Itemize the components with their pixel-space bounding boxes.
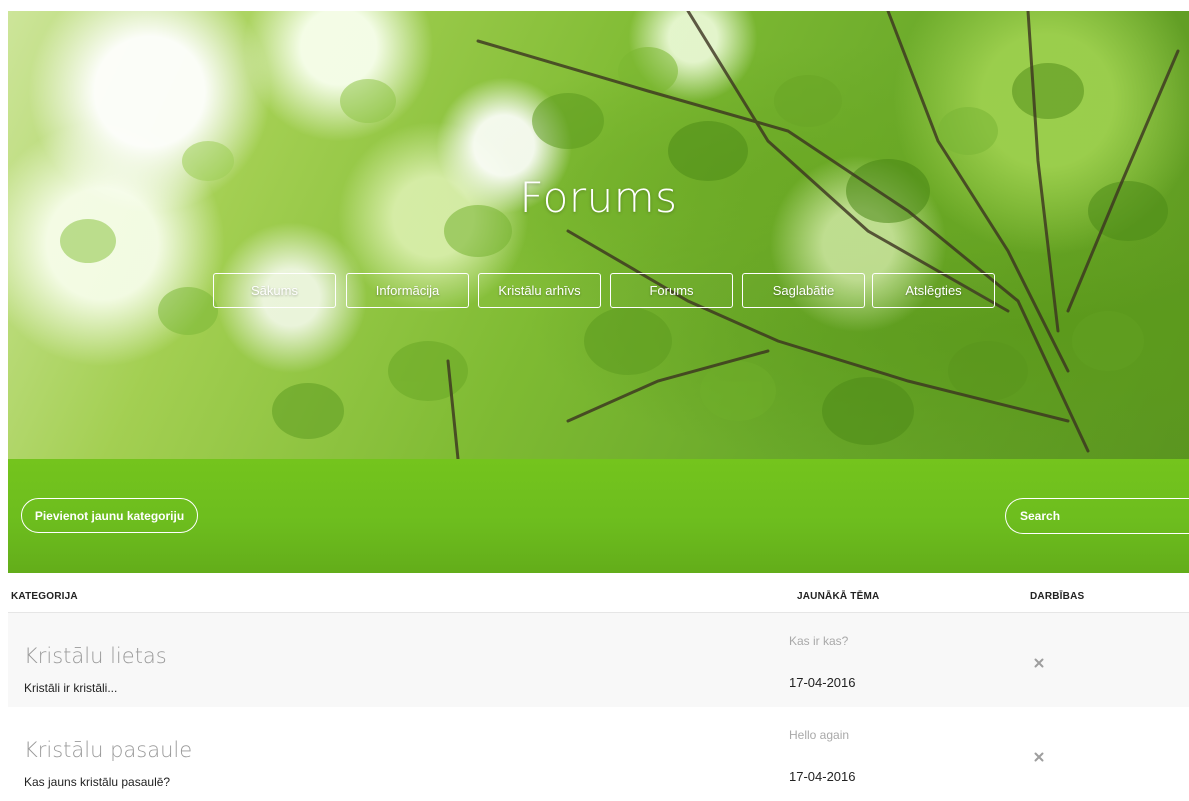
latest-topic-link[interactable]: Kas ir kas?	[789, 634, 848, 648]
hero-background-image	[60, 11, 1180, 459]
nav-home-button[interactable]: Sākums	[213, 273, 336, 308]
table-row: Kristālu pasaule Kas jauns kristālu pasa…	[8, 707, 1189, 801]
page: Forums Sākums Informācija Kristālu arhīv…	[0, 0, 1189, 798]
latest-topic-link[interactable]: Hello again	[789, 728, 849, 742]
table-header: KATEGORIJA JAUNĀKĀ TĒMA DARBĪBAS	[8, 586, 1189, 613]
category-description: Kristāli ir kristāli...	[24, 681, 118, 695]
category-title-link[interactable]: Kristālu lietas	[24, 644, 167, 668]
close-icon[interactable]	[1033, 657, 1045, 669]
search-input[interactable]	[1005, 498, 1189, 534]
column-header-actions: DARBĪBAS	[1030, 591, 1085, 602]
category-title-link[interactable]: Kristālu pasaule	[24, 738, 192, 762]
add-category-button[interactable]: Pievienot jaunu kategoriju	[21, 498, 198, 533]
latest-topic-date: 17-04-2016	[789, 769, 856, 784]
category-description: Kas jauns kristālu pasaulē?	[24, 775, 171, 789]
nav-saved-button[interactable]: Saglabātie	[742, 273, 865, 308]
nav-crystal-archive-button[interactable]: Kristālu arhīvs	[478, 273, 601, 308]
hero-banner: Forums Sākums Informācija Kristālu arhīv…	[8, 11, 1189, 459]
nav-forums-button[interactable]: Forums	[610, 273, 733, 308]
close-icon[interactable]	[1033, 751, 1045, 763]
nav-logout-button[interactable]: Atslēgties	[872, 273, 995, 308]
page-title: Forums	[519, 173, 678, 222]
forum-toolbar: Pievienot jaunu kategoriju	[8, 459, 1189, 573]
column-header-category: KATEGORIJA	[11, 591, 78, 602]
latest-topic-date: 17-04-2016	[789, 675, 856, 690]
nav-info-button[interactable]: Informācija	[346, 273, 469, 308]
table-row: Kristālu lietas Kristāli ir kristāli... …	[8, 613, 1189, 707]
column-header-latest-topic: JAUNĀKĀ TĒMA	[797, 591, 880, 602]
